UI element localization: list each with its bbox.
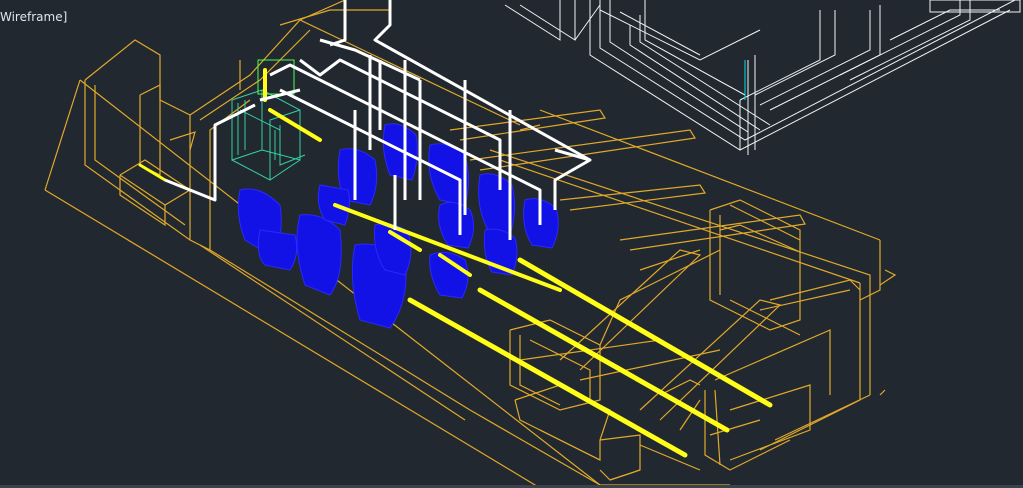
- cad-viewport[interactable]: Wireframe]: [0, 0, 1023, 488]
- model-drawing: [44, 0, 1021, 488]
- structure-grid: [504, 0, 1021, 155]
- visual-style-label[interactable]: Wireframe]: [0, 9, 69, 25]
- water-tank: [231, 59, 306, 181]
